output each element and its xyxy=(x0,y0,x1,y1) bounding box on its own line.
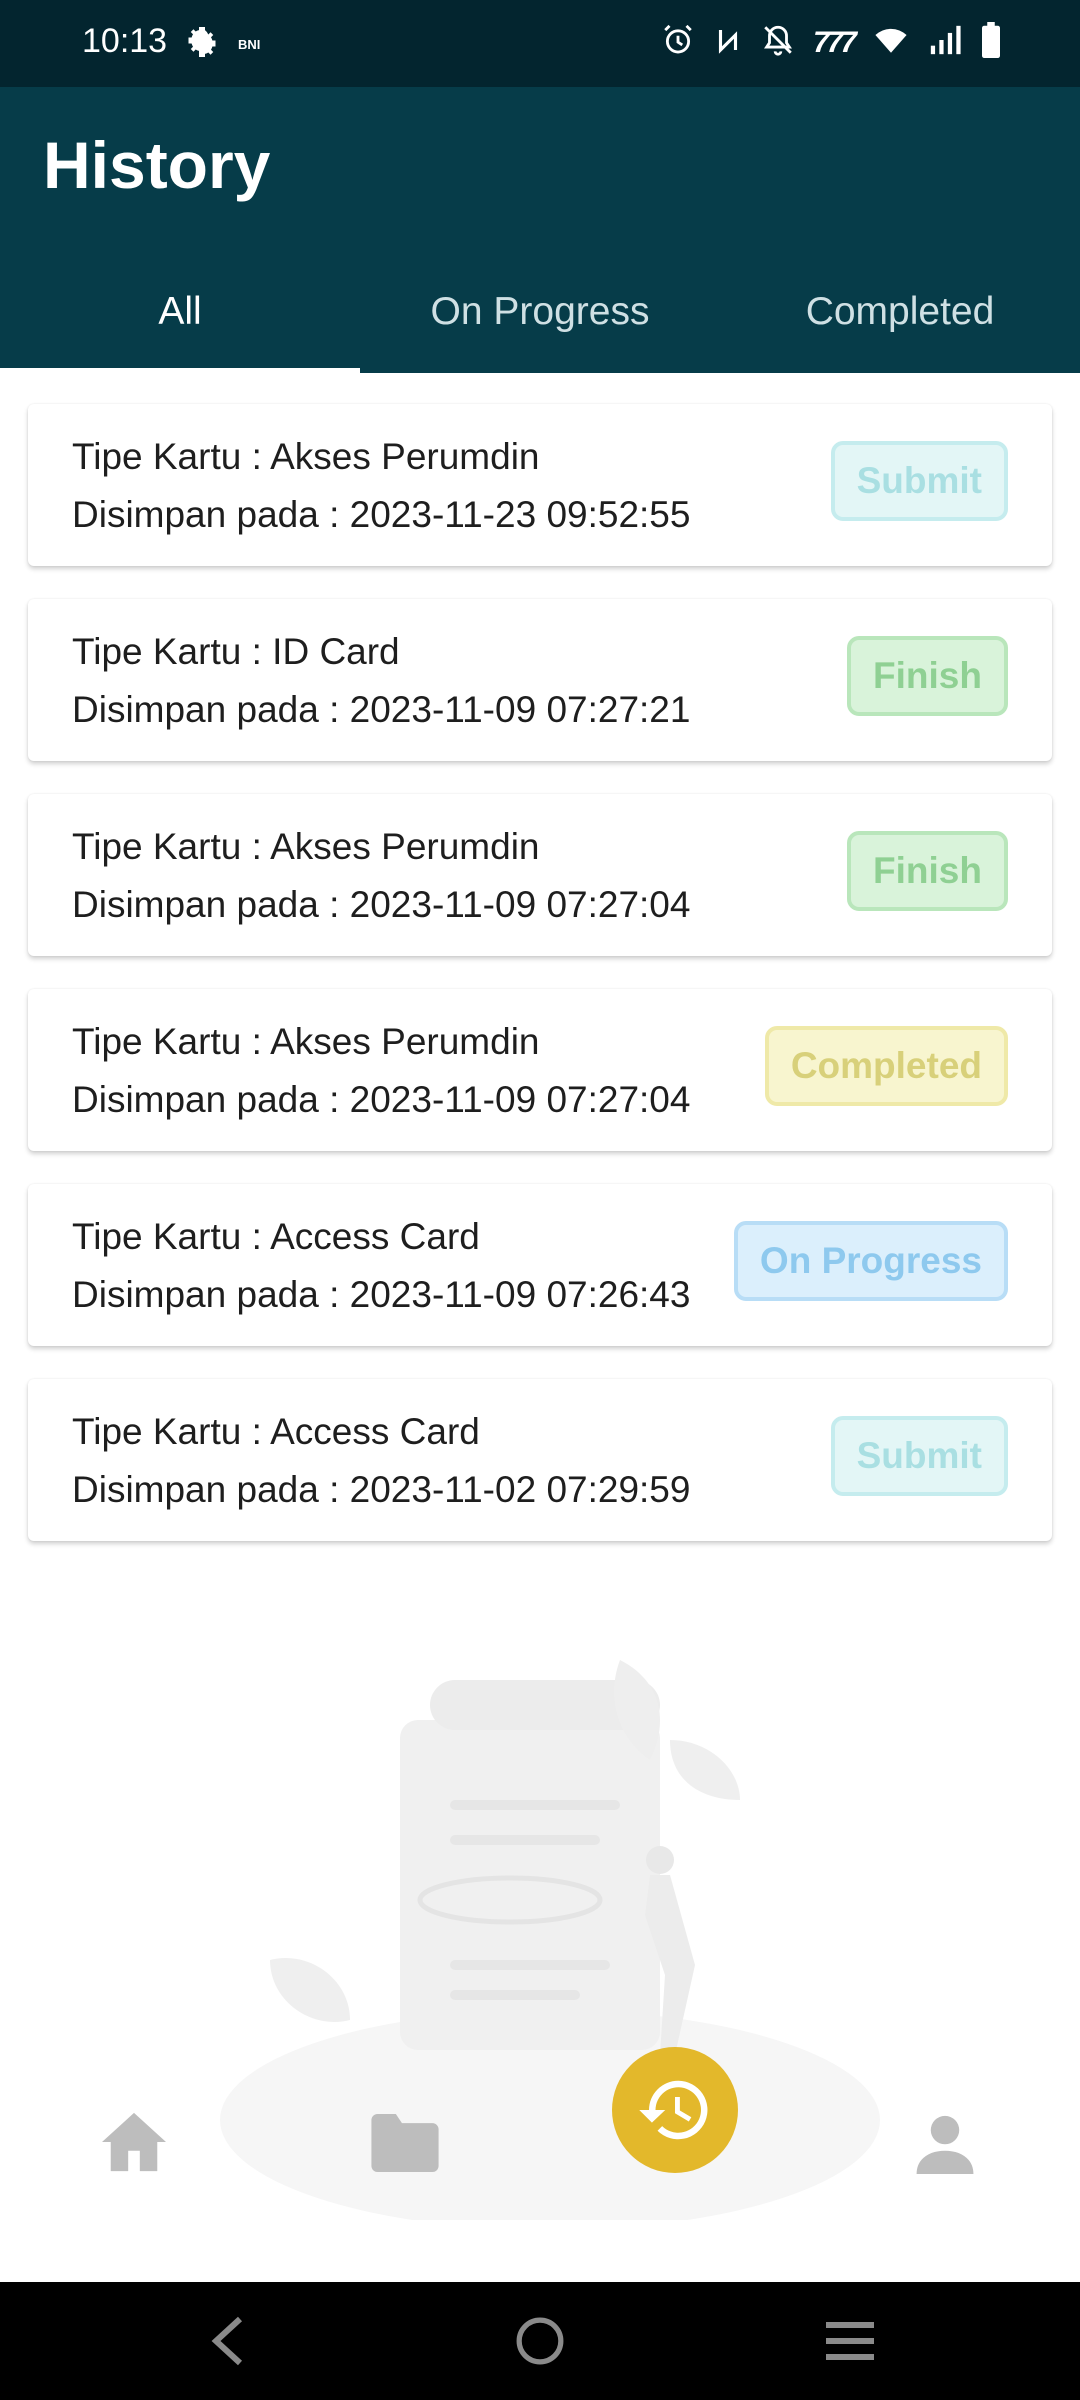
tab-on-progress[interactable]: On Progress xyxy=(360,272,720,373)
system-recents-button[interactable] xyxy=(790,2282,910,2400)
gear-icon xyxy=(184,24,220,65)
bni-notification-icon: BNI xyxy=(238,37,261,52)
history-card[interactable]: Tipe Kartu : Access Card Disimpan pada :… xyxy=(28,1379,1052,1541)
signal-icon xyxy=(928,23,962,62)
nav-profile-button[interactable] xyxy=(914,2112,976,2179)
status-badge: Submit xyxy=(830,441,1008,521)
status-badge: Finish xyxy=(847,636,1008,716)
card-text: Tipe Kartu : Access Card Disimpan pada :… xyxy=(72,1403,690,1519)
history-card[interactable]: Tipe Kartu : Akses Perumdin Disimpan pad… xyxy=(28,794,1052,956)
card-text: Tipe Kartu : Akses Perumdin Disimpan pad… xyxy=(72,1013,690,1129)
status-left-icons: BNI xyxy=(184,24,260,65)
card-text: Tipe Kartu : Akses Perumdin Disimpan pad… xyxy=(72,818,690,934)
home-icon xyxy=(102,2112,166,2172)
history-card[interactable]: Tipe Kartu : ID Card Disimpan pada : 202… xyxy=(28,599,1052,761)
alarm-icon xyxy=(661,23,695,62)
status-badge: Submit xyxy=(830,1416,1008,1496)
status-bar: 10:13 BNI 777 xyxy=(0,0,1080,87)
back-icon xyxy=(211,2316,243,2366)
card-type: Tipe Kartu : Access Card xyxy=(72,1216,480,1257)
card-date: Disimpan pada : 2023-11-09 07:27:21 xyxy=(72,689,691,730)
tab-bar: All On Progress Completed xyxy=(0,272,1080,373)
status-right-icons: 777 xyxy=(661,22,1002,63)
menu-icon xyxy=(826,2322,874,2360)
card-type: Tipe Kartu : Akses Perumdin xyxy=(72,436,540,477)
tab-completed[interactable]: Completed xyxy=(720,272,1080,373)
status-time: 10:13 xyxy=(82,22,168,60)
card-date: Disimpan pada : 2023-11-02 07:29:59 xyxy=(72,1469,691,1510)
card-type: Tipe Kartu : Akses Perumdin xyxy=(72,1021,540,1062)
status-badge: Finish xyxy=(847,831,1008,911)
page-title: History xyxy=(43,128,271,202)
card-type: Tipe Kartu : ID Card xyxy=(72,631,400,672)
card-date: Disimpan pada : 2023-11-09 07:27:04 xyxy=(72,884,691,925)
history-card[interactable]: Tipe Kartu : Akses Perumdin Disimpan pad… xyxy=(28,989,1052,1151)
card-date: Disimpan pada : 2023-11-09 07:26:43 xyxy=(72,1274,691,1315)
history-icon xyxy=(639,2080,708,2140)
app-bar: History All On Progress Completed xyxy=(0,87,1080,373)
mute-icon xyxy=(761,23,795,62)
nav-home-button[interactable] xyxy=(98,2110,170,2179)
card-text: Tipe Kartu : ID Card Disimpan pada : 202… xyxy=(72,623,690,739)
card-text: Tipe Kartu : Akses Perumdin Disimpan pad… xyxy=(72,428,690,544)
person-icon xyxy=(916,2115,974,2174)
status-badge: On Progress xyxy=(733,1221,1008,1301)
folder-icon xyxy=(371,2114,439,2172)
nav-history-button[interactable] xyxy=(612,2047,738,2173)
system-navigation-bar xyxy=(0,2282,1080,2400)
history-card[interactable]: Tipe Kartu : Akses Perumdin Disimpan pad… xyxy=(28,404,1052,566)
system-back-button[interactable] xyxy=(168,2282,288,2400)
home-circle-icon xyxy=(516,2317,564,2365)
card-type: Tipe Kartu : Akses Perumdin xyxy=(72,826,540,867)
tab-all[interactable]: All xyxy=(0,272,360,373)
battery-icon xyxy=(980,22,1002,63)
carrier-label: 777 xyxy=(812,25,857,59)
nav-documents-button[interactable] xyxy=(368,2114,442,2177)
history-card[interactable]: Tipe Kartu : Access Card Disimpan pada :… xyxy=(28,1184,1052,1346)
wifi-icon xyxy=(872,23,910,62)
status-badge: Completed xyxy=(764,1026,1008,1106)
card-date: Disimpan pada : 2023-11-09 07:27:04 xyxy=(72,1079,691,1120)
card-type: Tipe Kartu : Access Card xyxy=(72,1411,480,1452)
bottom-navigation xyxy=(0,2050,1080,2282)
nfc-icon xyxy=(713,23,743,62)
card-date: Disimpan pada : 2023-11-23 09:52:55 xyxy=(72,494,691,535)
history-list: Tipe Kartu : Akses Perumdin Disimpan pad… xyxy=(28,404,1052,1574)
card-text: Tipe Kartu : Access Card Disimpan pada :… xyxy=(72,1208,690,1324)
system-home-button[interactable] xyxy=(480,2282,600,2400)
